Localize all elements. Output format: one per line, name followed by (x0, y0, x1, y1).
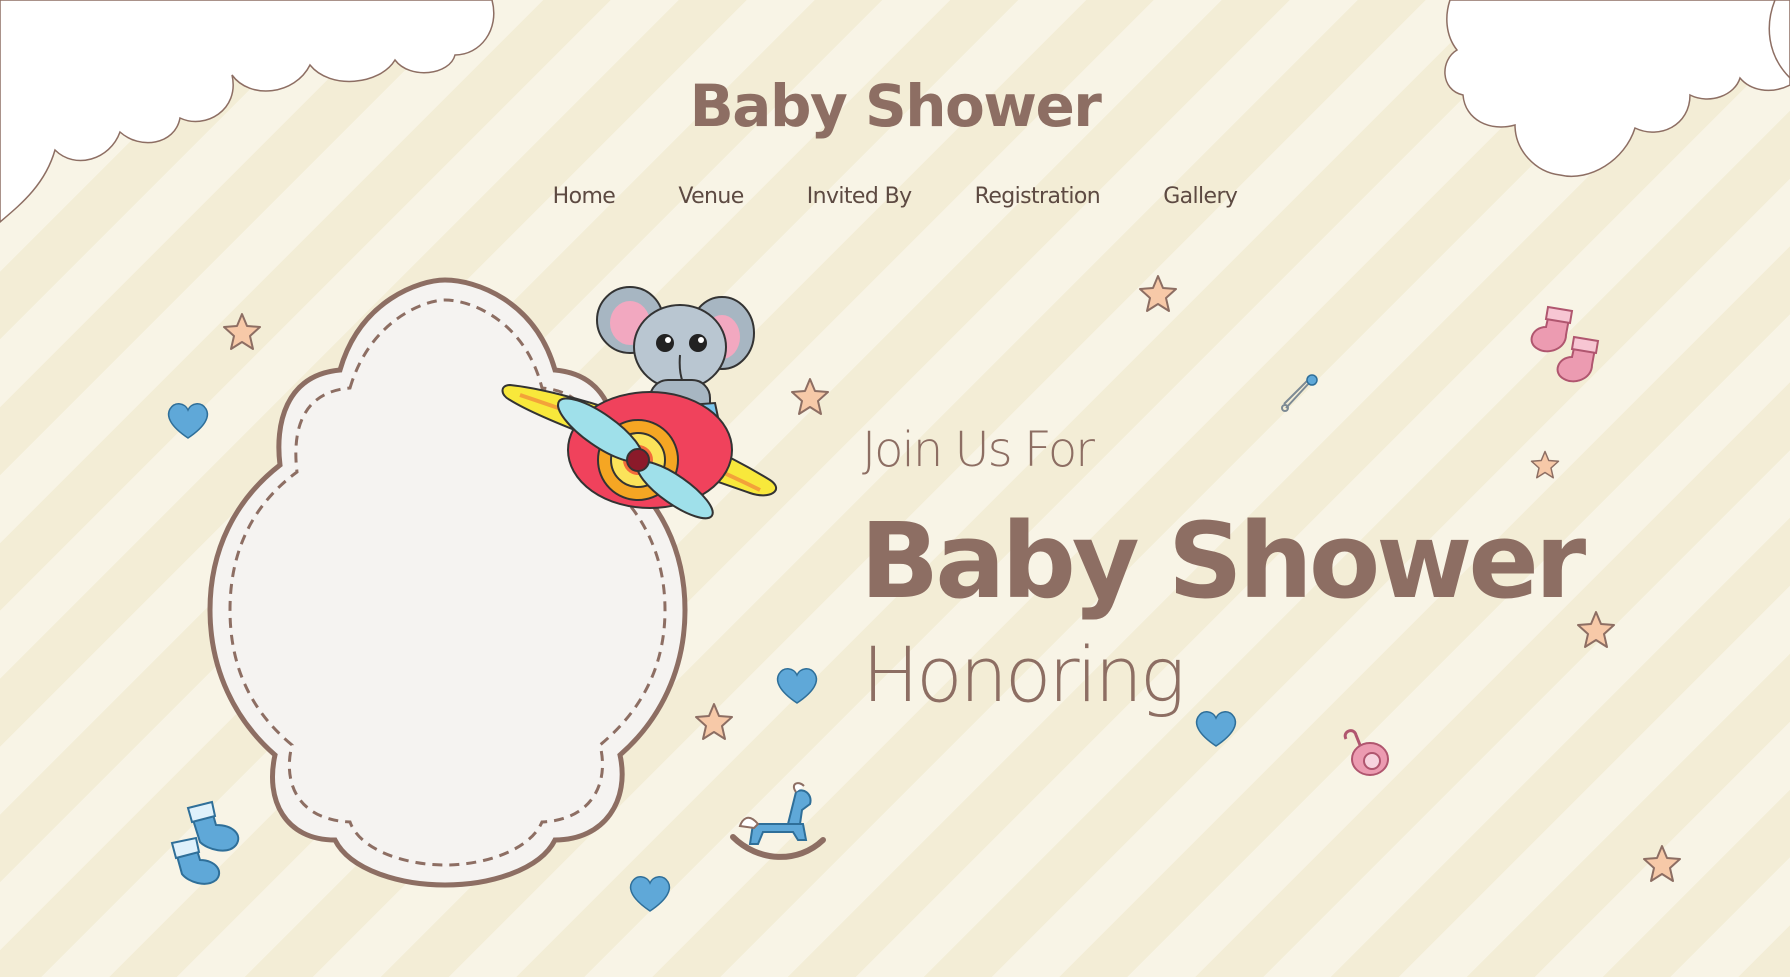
hero-intro: Join Us For (862, 422, 1095, 478)
heart-icon (776, 668, 818, 704)
baby-socks-pink-icon (1530, 305, 1600, 383)
nav-item-invited-by[interactable]: Invited By (807, 184, 912, 209)
nav-item-home[interactable]: Home (553, 184, 616, 209)
star-icon (1530, 450, 1560, 479)
nav-item-registration[interactable]: Registration (975, 184, 1101, 209)
star-icon (791, 378, 829, 415)
rocking-horse-icon (730, 782, 826, 860)
elephant-airplane-icon (501, 286, 778, 520)
star-icon (223, 313, 261, 350)
heart-icon (1195, 711, 1237, 747)
hero-title: Baby Shower (860, 500, 1586, 622)
star-icon (695, 703, 733, 740)
baby-socks-blue-icon (170, 800, 240, 885)
heart-icon (167, 403, 209, 439)
star-icon (1139, 275, 1177, 312)
nav-item-gallery[interactable]: Gallery (1163, 184, 1238, 209)
main-nav: Home Venue Invited By Registration Galle… (0, 184, 1790, 209)
pacifier-icon (1343, 729, 1389, 776)
star-icon (1643, 845, 1681, 882)
safety-pin-icon (1281, 374, 1318, 412)
hero-honoring: Honoring (862, 630, 1185, 719)
nav-item-venue[interactable]: Venue (678, 184, 744, 209)
heart-icon (629, 876, 671, 912)
site-title[interactable]: Baby Shower (0, 72, 1790, 140)
